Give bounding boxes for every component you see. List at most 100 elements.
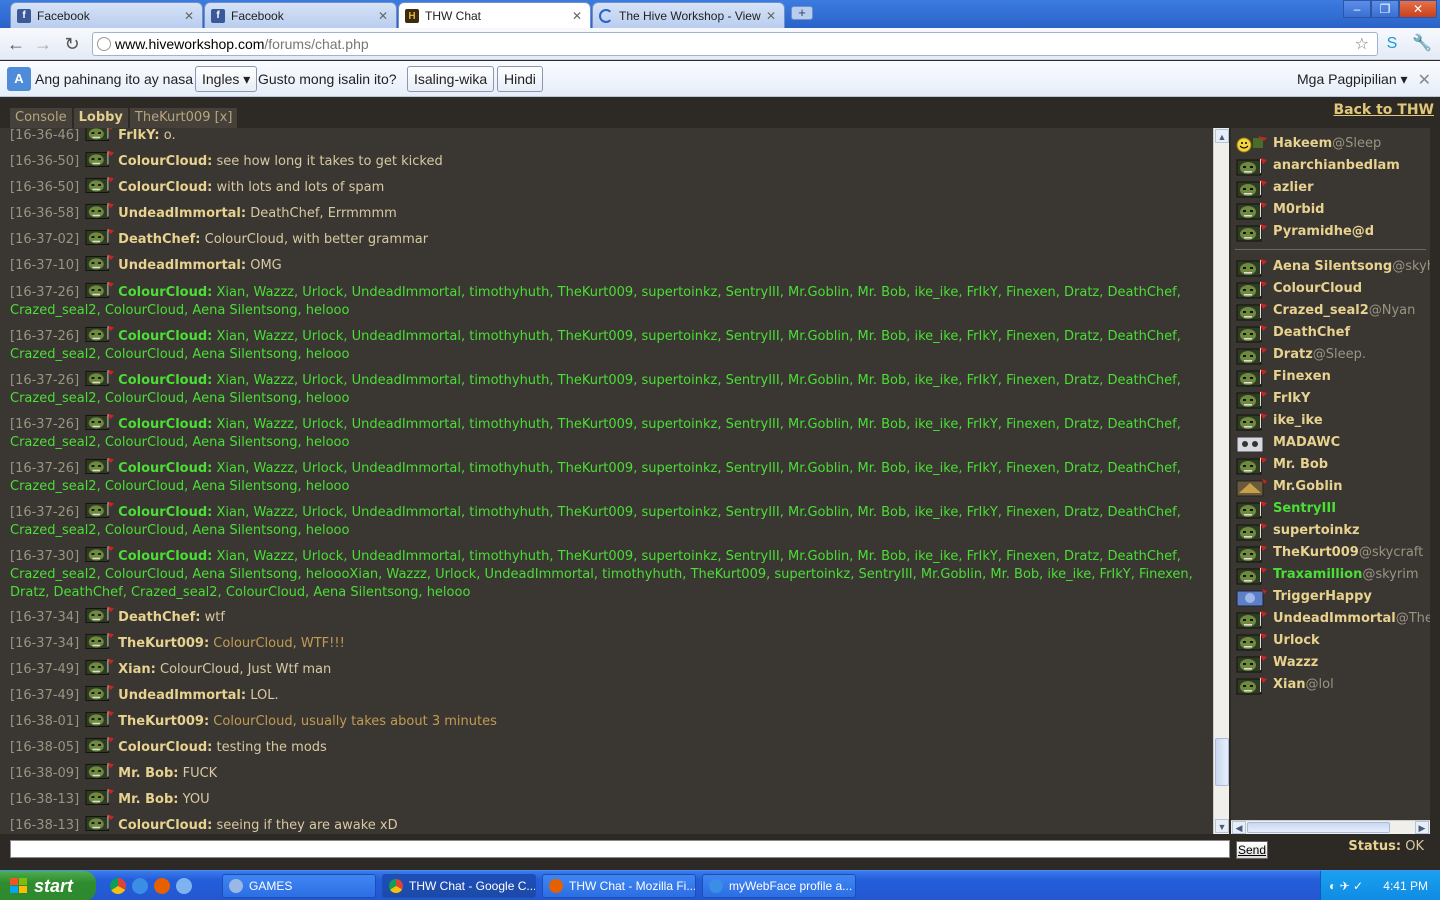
message-author[interactable]: Mr. Bob: <box>118 766 178 781</box>
user-list-item[interactable]: supertoinkz <box>1231 520 1430 542</box>
bookmark-star-icon[interactable]: ☆ <box>1355 34 1369 54</box>
user-list-item[interactable]: Mr. Bob <box>1231 454 1430 476</box>
reload-icon[interactable]: ↻ <box>61 33 83 55</box>
user-list-item[interactable]: SentryIII <box>1231 498 1430 520</box>
send-button[interactable]: Send <box>1236 841 1268 859</box>
user-list-item[interactable]: anarchianbedlam <box>1231 155 1430 177</box>
tab-console[interactable]: Console <box>10 108 72 128</box>
minimize-window-icon[interactable]: – <box>1343 0 1371 18</box>
close-infobar-icon[interactable]: ✕ <box>1418 70 1431 90</box>
message-text: see how long it takes to get kicked <box>216 154 443 169</box>
user-list-item[interactable]: Traxamillion@skyrim <box>1231 564 1430 586</box>
skype-extension-icon[interactable]: S <box>1381 33 1403 55</box>
translate-options-menu[interactable]: Mga Pagpipilian ▾ <box>1297 71 1408 88</box>
message-author[interactable]: Xian: <box>118 662 156 677</box>
scrollbar-thumb[interactable] <box>1247 822 1390 833</box>
new-tab-button[interactable]: + <box>791 6 813 20</box>
close-tab-icon[interactable]: ✕ <box>766 9 776 23</box>
close-tab-icon[interactable]: ✕ <box>184 9 194 23</box>
message-author[interactable]: ColourCloud: <box>118 373 212 388</box>
scroll-left-icon[interactable]: ◀ <box>1232 821 1246 834</box>
tab-lobby[interactable]: Lobby <box>73 108 128 128</box>
user-list-item[interactable]: Xian@lol <box>1231 674 1430 696</box>
chat-message-input[interactable] <box>10 840 1230 858</box>
back-icon[interactable]: ← <box>5 33 27 55</box>
browser-tab-thw-chat[interactable]: H THW Chat ✕ <box>398 2 591 29</box>
user-list-item[interactable]: TriggerHappy <box>1231 586 1430 608</box>
user-list-item[interactable]: Mr.Goblin <box>1231 476 1430 498</box>
taskbar-button-chrome[interactable]: THW Chat - Google C... <box>382 874 536 898</box>
user-list-item[interactable]: Wazzz <box>1231 652 1430 674</box>
taskbar-button-ie[interactable]: myWebFace profile a... <box>702 874 856 898</box>
user-list-item[interactable]: MADAWC <box>1231 432 1430 454</box>
taskbar-button-games[interactable]: GAMES <box>222 874 376 898</box>
user-list-item[interactable]: UndeadImmortal@The R <box>1231 608 1430 630</box>
user-list-item[interactable]: TheKurt009@skycraft <box>1231 542 1430 564</box>
close-tab-icon[interactable]: ✕ <box>572 9 582 23</box>
tray-icons[interactable]: ◐ ✈ ✓ <box>1329 871 1363 900</box>
user-list-item[interactable]: DeathChef <box>1231 322 1430 344</box>
user-list-item[interactable]: Crazed_seal2@Nyan <box>1231 300 1430 322</box>
message-author[interactable]: ColourCloud: <box>118 818 212 833</box>
address-bar[interactable]: www.hiveworkshop.com/forums/chat.php ☆ <box>92 32 1378 56</box>
scroll-down-icon[interactable]: ▼ <box>1215 819 1229 833</box>
message-author[interactable]: ColourCloud: <box>118 461 212 476</box>
message-author[interactable]: ColourCloud: <box>118 154 212 169</box>
browser-tab-facebook-2[interactable]: f Facebook ✕ <box>204 2 397 28</box>
user-list-scrollbar[interactable]: ◀ ▶ <box>1231 820 1430 834</box>
user-list-item[interactable]: Pyramidhe@d <box>1231 221 1430 243</box>
message-author[interactable]: TheKurt009: <box>118 714 209 729</box>
user-list-item[interactable]: Finexen <box>1231 366 1430 388</box>
user-list-item[interactable]: azlier <box>1231 177 1430 199</box>
message-author[interactable]: ColourCloud: <box>118 417 212 432</box>
message-author[interactable]: ColourCloud: <box>118 285 212 300</box>
firefox-icon[interactable] <box>154 878 170 894</box>
maximize-window-icon[interactable]: ❐ <box>1371 0 1399 18</box>
user-list-item[interactable]: ike_ike <box>1231 410 1430 432</box>
user-list-item[interactable]: Dratz@Sleep. <box>1231 344 1430 366</box>
message-author[interactable]: ColourCloud: <box>118 180 212 195</box>
tab-thekurt009[interactable]: TheKurt009 [x] <box>129 108 238 128</box>
message-author[interactable]: ColourCloud: <box>118 549 212 564</box>
scrollbar-thumb[interactable] <box>1215 738 1229 786</box>
back-to-thw-link[interactable]: Back to THW <box>1334 102 1435 118</box>
message-author[interactable]: Mr. Bob: <box>118 792 178 807</box>
message-author[interactable]: UndeadImmortal: <box>118 206 246 221</box>
internet-explorer-icon[interactable] <box>176 878 192 894</box>
close-window-icon[interactable]: ✕ <box>1399 0 1437 18</box>
message-scrollbar[interactable]: ▲ ▼ <box>1213 128 1229 834</box>
message-author[interactable]: ColourCloud: <box>118 505 212 520</box>
message-author[interactable]: DeathChef: <box>118 232 200 247</box>
message-author[interactable]: ColourCloud: <box>118 329 212 344</box>
user-avatar-icon <box>85 545 115 563</box>
scroll-up-icon[interactable]: ▲ <box>1215 129 1229 143</box>
translate-button[interactable]: Isaling-wika <box>407 66 495 92</box>
no-translate-button[interactable]: Hindi <box>497 66 543 92</box>
scroll-right-icon[interactable]: ▶ <box>1415 821 1429 834</box>
internet-explorer-icon[interactable] <box>132 878 148 894</box>
message-author[interactable]: UndeadImmortal: <box>118 258 246 273</box>
browser-tab-facebook-1[interactable]: f Facebook ✕ <box>10 2 203 28</box>
message-author[interactable]: DeathChef: <box>118 610 200 625</box>
taskbar-button-firefox[interactable]: THW Chat - Mozilla Fi... <box>542 874 696 898</box>
close-tab-icon[interactable]: ✕ <box>378 9 388 23</box>
user-list-item[interactable]: FrIkY <box>1231 388 1430 410</box>
forward-icon[interactable]: → <box>32 33 54 55</box>
user-list-item[interactable]: ColourCloud <box>1231 278 1430 300</box>
user-list-item[interactable]: Urlock <box>1231 630 1430 652</box>
wrench-icon[interactable]: 🔧 <box>1411 33 1433 55</box>
user-list-item[interactable]: Hakeem@Sleep <box>1231 133 1430 155</box>
message-timestamp: [16-37-26] <box>10 285 80 300</box>
language-select[interactable]: Ingles ▾ <box>195 66 258 92</box>
message-author[interactable]: TheKurt009: <box>118 636 209 651</box>
message-author[interactable]: FrIkY: <box>118 128 159 143</box>
message-author[interactable]: ColourCloud: <box>118 740 212 755</box>
message-author[interactable]: UndeadImmortal: <box>118 688 246 703</box>
user-avatar-icon <box>85 814 115 832</box>
start-button[interactable]: start <box>0 871 96 900</box>
browser-tab-hive-workshop[interactable]: The Hive Workshop - View Pro ✕ <box>592 2 785 28</box>
user-list-item[interactable]: Aena Silentsong@skyhig <box>1231 256 1430 278</box>
chrome-icon[interactable] <box>110 878 126 894</box>
user-name: DeathChef <box>1273 325 1351 340</box>
user-list-item[interactable]: M0rbid <box>1231 199 1430 221</box>
